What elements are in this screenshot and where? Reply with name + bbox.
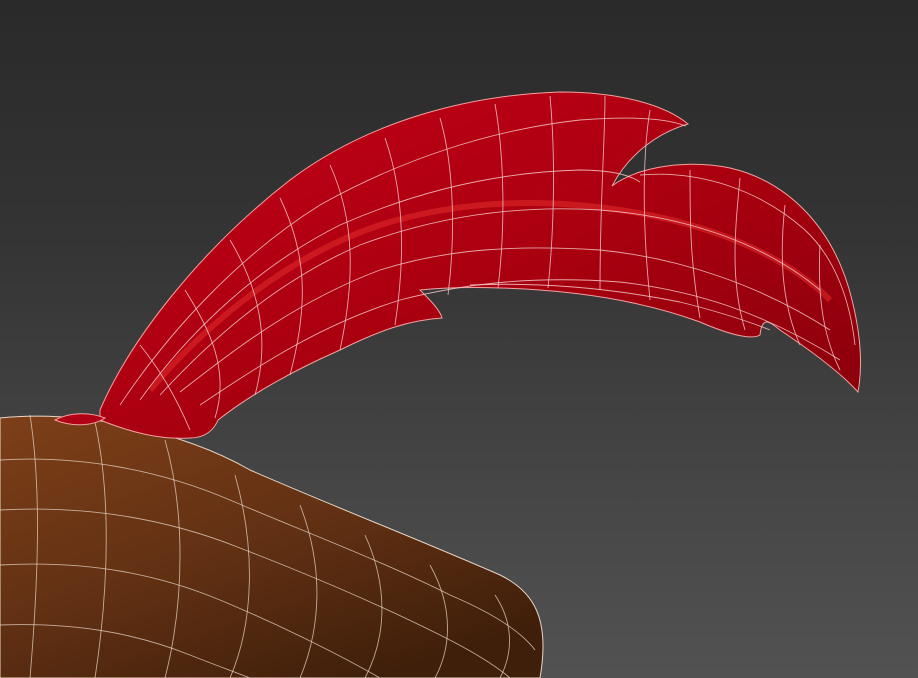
red-feather-mesh[interactable] <box>53 91 861 439</box>
3d-viewport[interactable] <box>0 0 918 678</box>
scene-canvas[interactable] <box>0 0 918 678</box>
brown-body-mesh[interactable] <box>0 414 544 678</box>
